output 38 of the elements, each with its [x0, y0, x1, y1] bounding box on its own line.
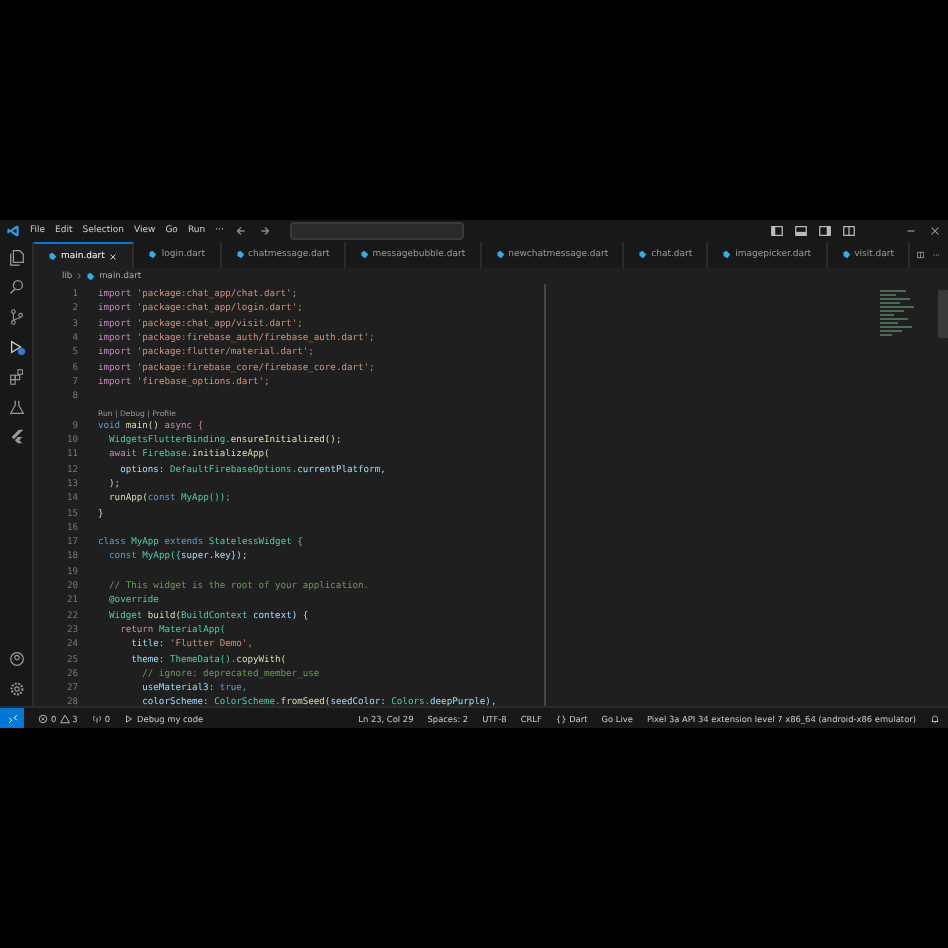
dart-file-icon [235, 250, 245, 260]
account-icon[interactable] [7, 650, 25, 668]
close-icon[interactable] [108, 251, 119, 261]
minimap[interactable] [880, 290, 920, 336]
dart-file-icon [48, 251, 57, 261]
layout-icon[interactable] [818, 224, 832, 238]
flutter-icon[interactable] [7, 428, 25, 446]
close-icon[interactable] [928, 224, 942, 238]
remote-icon [7, 713, 17, 723]
warning-icon [59, 713, 70, 723]
minimize-icon[interactable] [904, 224, 918, 238]
split-editor-icon[interactable] [916, 248, 925, 262]
layout-icon[interactable] [794, 224, 808, 238]
extensions-icon[interactable] [7, 368, 25, 386]
dart-file-icon [722, 250, 732, 260]
files-icon[interactable] [7, 248, 25, 266]
bell-icon[interactable] [930, 713, 940, 723]
command-center-field[interactable] [289, 222, 464, 240]
antenna-icon [91, 713, 102, 723]
source-control-icon[interactable] [7, 308, 25, 326]
error-icon [38, 713, 48, 723]
dart-file-icon [638, 250, 648, 260]
scrollbar[interactable] [938, 290, 948, 338]
back-arrow-icon[interactable] [233, 224, 248, 238]
flask-icon[interactable] [7, 398, 25, 416]
search-icon[interactable] [7, 278, 25, 296]
app-logo-icon [6, 224, 20, 238]
forward-arrow-icon[interactable] [257, 224, 272, 238]
run-debug-icon[interactable] [7, 338, 25, 356]
chevron-icon [76, 272, 83, 280]
layout-icon[interactable] [770, 224, 784, 238]
dart-file-icon [148, 250, 158, 260]
dart-file-icon [841, 250, 851, 260]
dart-file-icon [495, 250, 505, 260]
debug-icon [124, 713, 135, 723]
dart-file-icon [359, 250, 369, 260]
settings-icon[interactable] [7, 680, 25, 698]
grid-icon[interactable] [842, 224, 856, 238]
